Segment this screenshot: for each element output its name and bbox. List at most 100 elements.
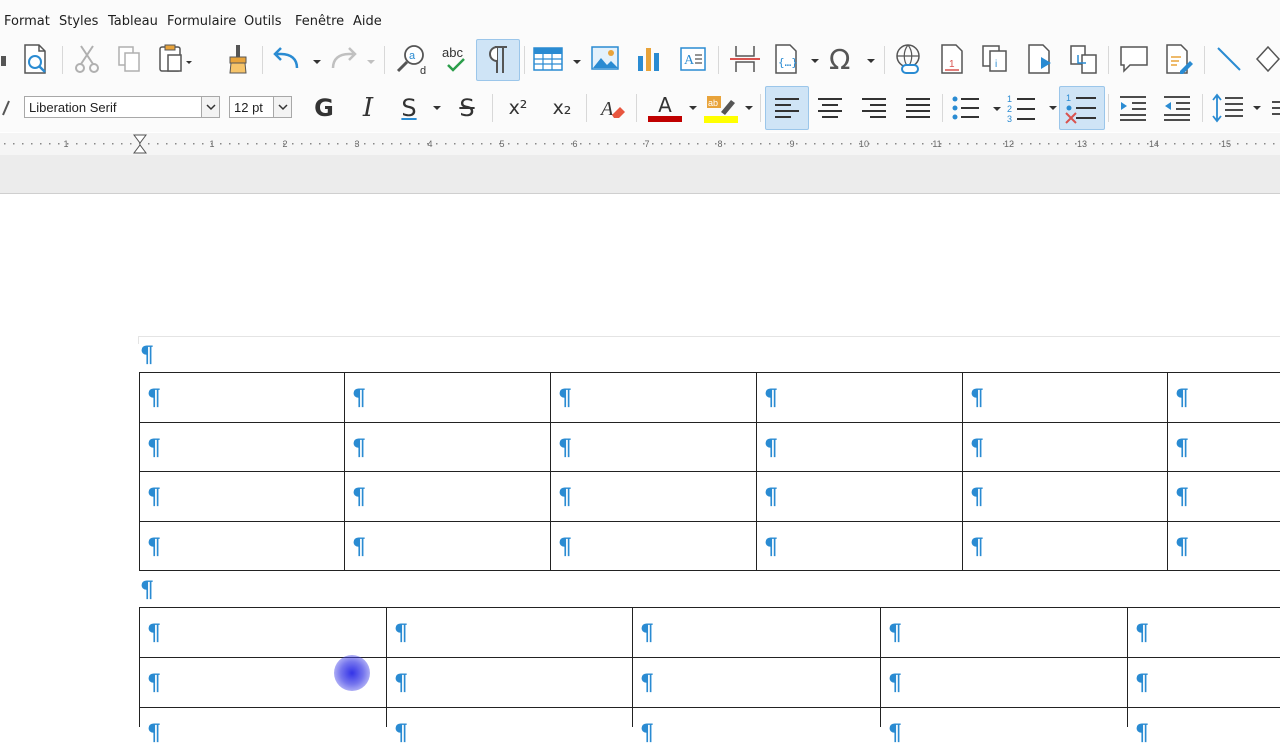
table-cell-paragraph-mark: ¶ xyxy=(970,435,984,461)
ruler-number: 6 xyxy=(572,139,577,149)
copy-icon[interactable] xyxy=(112,42,146,76)
menu-form[interactable]: Formulaire xyxy=(167,14,236,29)
text-boundary-corner xyxy=(138,336,139,344)
toolbar-handle-icon xyxy=(0,48,8,74)
ruler-number: 8 xyxy=(717,139,722,149)
undo-icon[interactable] xyxy=(270,42,326,76)
paragraph-spacing-icon[interactable] xyxy=(1268,90,1280,126)
clone-formatting-icon[interactable] xyxy=(222,42,254,76)
insert-table-icon[interactable] xyxy=(530,42,582,76)
justify-icon[interactable] xyxy=(900,90,936,126)
chevron-down-icon[interactable] xyxy=(686,100,700,116)
font-size-box[interactable]: 12 pt xyxy=(229,96,292,118)
font-name-box[interactable]: Liberation Serif xyxy=(24,96,220,118)
redo-icon[interactable] xyxy=(326,42,378,76)
horizontal-ruler[interactable]: 1 1 2 3 4 5 6 7 8 9 10 11 12 13 14 15 xyxy=(0,133,1280,156)
chevron-down-icon[interactable] xyxy=(201,97,219,117)
align-right-icon[interactable] xyxy=(856,90,892,126)
svg-text:1: 1 xyxy=(1066,93,1071,103)
unordered-list-icon[interactable] xyxy=(948,90,1004,126)
formatting-marks-icon[interactable] xyxy=(476,39,520,81)
menu-tools[interactable]: Outils xyxy=(244,14,282,29)
table-cell-paragraph-mark: ¶ xyxy=(558,484,572,510)
subscript-button[interactable]: x₂ xyxy=(544,90,580,126)
table-border-col xyxy=(1127,607,1128,727)
paragraph-mark: ¶ xyxy=(140,342,154,368)
chevron-down-icon[interactable] xyxy=(742,100,756,116)
ruler-number: 1 xyxy=(63,139,68,149)
menu-styles[interactable]: Styles xyxy=(59,14,98,29)
menu-window[interactable]: Fenêtre xyxy=(295,14,344,29)
table-cell-paragraph-mark: ¶ xyxy=(888,620,902,646)
bold-button[interactable]: G xyxy=(306,90,342,126)
table-border-col xyxy=(386,607,387,727)
find-replace-icon[interactable]: ad xyxy=(392,42,430,76)
ruler-number: 5 xyxy=(499,139,504,149)
superscript-button[interactable]: x² xyxy=(500,90,536,126)
paste-icon[interactable] xyxy=(154,42,194,76)
table-border-row xyxy=(139,707,1280,708)
strikethrough-button[interactable]: S xyxy=(450,90,484,126)
paragraph-mark: ¶ xyxy=(140,577,154,603)
decrease-indent-icon[interactable] xyxy=(1158,90,1196,126)
spelling-icon[interactable]: abc xyxy=(436,42,474,76)
table-cell-paragraph-mark: ¶ xyxy=(394,720,408,746)
svg-text:i: i xyxy=(995,59,997,70)
svg-text:{…}: {…} xyxy=(778,56,798,69)
align-center-icon[interactable] xyxy=(812,90,848,126)
line-spacing-icon[interactable] xyxy=(1208,90,1264,126)
hyperlink-icon[interactable] xyxy=(890,42,926,76)
special-character-icon[interactable]: Ω xyxy=(826,42,878,76)
ordered-list-icon[interactable]: 123 xyxy=(1004,90,1060,126)
table-cell-paragraph-mark: ¶ xyxy=(1135,720,1149,746)
insert-field-icon[interactable]: {…} xyxy=(770,42,822,76)
menu-help[interactable]: Aide xyxy=(353,14,382,29)
underline-button[interactable]: S xyxy=(394,90,424,126)
cut-icon[interactable] xyxy=(70,42,104,76)
clear-formatting-icon[interactable]: A xyxy=(594,90,630,126)
font-color-button[interactable]: A xyxy=(646,90,684,126)
svg-text:a: a xyxy=(409,50,416,62)
table-cell-paragraph-mark: ¶ xyxy=(394,670,408,696)
table-border-col xyxy=(550,372,551,570)
ruler-number: 13 xyxy=(1077,139,1087,149)
endnote-icon[interactable]: i xyxy=(978,42,1014,76)
increase-indent-icon[interactable] xyxy=(1114,90,1152,126)
table-border-row xyxy=(139,521,1280,522)
highlight-color-icon[interactable]: ab xyxy=(702,90,740,126)
table-border-row xyxy=(139,657,1280,658)
paragraph-style-icon[interactable] xyxy=(0,98,12,118)
chevron-down-icon[interactable] xyxy=(430,100,444,116)
insert-chart-icon[interactable] xyxy=(632,42,666,76)
table-cell-paragraph-mark: ¶ xyxy=(558,435,572,461)
chevron-down-icon[interactable] xyxy=(273,97,291,117)
table-cell-paragraph-mark: ¶ xyxy=(764,484,778,510)
no-list-icon[interactable]: 1 xyxy=(1059,86,1105,130)
footnote-icon[interactable]: 1 xyxy=(934,42,970,76)
track-changes-icon[interactable] xyxy=(1160,42,1196,76)
table-border-col xyxy=(756,372,757,570)
ruler-number: 14 xyxy=(1149,139,1159,149)
font-color-letter: A xyxy=(658,93,672,117)
table-cell-paragraph-mark: ¶ xyxy=(640,620,654,646)
ruler-number: 15 xyxy=(1221,139,1231,149)
menu-format[interactable]: Format xyxy=(4,14,50,29)
menu-table[interactable]: Tableau xyxy=(108,14,158,29)
document-page[interactable]: ¶ ¶ ¶ ¶ ¶ ¶ ¶ ¶ ¶ ¶ ¶ ¶ ¶ ¶ ¶ ¶ ¶ ¶ ¶ ¶ ¶ ¶ ¶ ¶ ¶ ¶ ¶ ¶ ¶ ¶ ¶ ¶ ¶ ¶ ¶ ¶ ¶ ¶ ¶ ¶… xyxy=(0,194,1280,744)
insert-line-icon[interactable] xyxy=(1212,42,1246,76)
table-border-row xyxy=(139,471,1280,472)
table-cell-paragraph-mark: ¶ xyxy=(558,534,572,560)
insert-text-box-icon[interactable]: A xyxy=(676,42,710,76)
bookmark-icon[interactable] xyxy=(1022,42,1058,76)
cross-reference-icon[interactable] xyxy=(1066,42,1102,76)
table-cell-paragraph-mark: ¶ xyxy=(640,720,654,746)
align-left-icon[interactable] xyxy=(765,86,809,130)
svg-text:A: A xyxy=(599,98,614,120)
comment-icon[interactable] xyxy=(1116,42,1152,76)
ruler-number: 7 xyxy=(644,139,649,149)
print-preview-icon[interactable] xyxy=(18,42,52,76)
insert-image-icon[interactable] xyxy=(588,42,622,76)
basic-shapes-icon[interactable] xyxy=(1254,42,1280,76)
page-break-icon[interactable] xyxy=(726,42,764,76)
italic-button[interactable]: I xyxy=(350,90,386,126)
